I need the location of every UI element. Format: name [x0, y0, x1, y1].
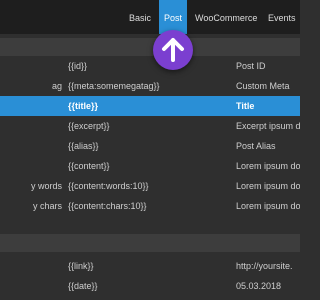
row-name: y words [30, 181, 62, 191]
row-value: http://yoursite. [236, 261, 293, 271]
tab-events[interactable]: Events [268, 12, 296, 24]
section-divider [0, 234, 300, 252]
table-row[interactable]: y chars {{content:chars:10}} Lorem ipsum… [0, 196, 300, 216]
row-tag: {{link}} [68, 261, 94, 271]
table-row[interactable]: {{link}} http://yoursite. [0, 256, 300, 276]
row-value: Lorem ipsum do [236, 201, 300, 211]
row-value: 05.03.2018 [236, 281, 282, 291]
row-name: y chars [32, 201, 62, 211]
row-tag: {{title}} [68, 101, 99, 111]
row-tag: {{content:words:10}} [68, 181, 149, 191]
table-row[interactable]: {{alias}} Post Alias [0, 136, 300, 156]
row-value: Post ID [236, 61, 266, 71]
row-value: Lorem ipsum do [236, 161, 300, 171]
table-row[interactable]: ag {{meta:somemegatag}} Custom Meta [0, 76, 300, 96]
row-tag: {{excerpt}} [68, 121, 110, 131]
row-value: Excerpt ipsum d [236, 121, 300, 131]
table-row[interactable]: {{id}} Post ID [0, 56, 300, 76]
table-row[interactable]: {{content}} Lorem ipsum do [0, 156, 300, 176]
tab-basic[interactable]: Basic [129, 12, 151, 24]
section-header [0, 38, 300, 56]
row-value: Lorem ipsum do [236, 181, 300, 191]
arrow-up-icon [162, 38, 184, 62]
row-tag: {{content:chars:10}} [68, 201, 147, 211]
table-row[interactable]: {{date}} 05.03.2018 [0, 276, 300, 296]
row-value: Post Alias [236, 141, 276, 151]
row-value: Custom Meta [236, 81, 290, 91]
row-tag: {{alias}} [68, 141, 99, 151]
row-tag: {{id}} [68, 61, 88, 71]
row-name: ag [51, 81, 62, 91]
table-row[interactable]: y words {{content:words:10}} Lorem ipsum… [0, 176, 300, 196]
pointer-badge [153, 30, 193, 70]
row-value: Title [236, 101, 255, 111]
row-tag: {{content}} [68, 161, 110, 171]
tab-woocommerce[interactable]: WooCommerce [195, 12, 257, 24]
tab-post[interactable]: Post [159, 0, 188, 34]
top-navigation: Basic Post WooCommerce Events [0, 0, 300, 34]
table-row[interactable]: {{excerpt}} Excerpt ipsum d [0, 116, 300, 136]
row-tag: {{meta:somemegatag}} [68, 81, 160, 91]
table-row-selected[interactable]: {{title}} Title [0, 96, 300, 116]
row-tag: {{date}} [68, 281, 98, 291]
